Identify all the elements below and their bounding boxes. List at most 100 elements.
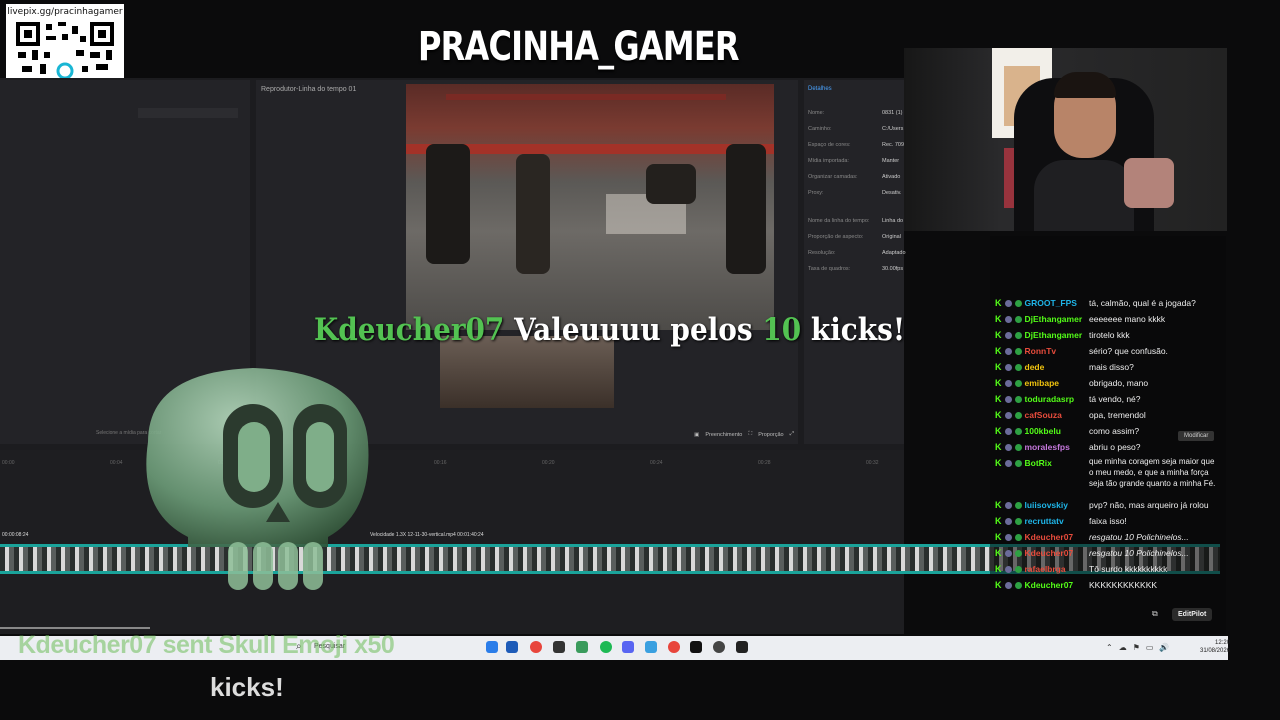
chat-username[interactable]: rafaelbrga: [1025, 564, 1066, 574]
player-controls: ▣ Preenchimento ⛶ Proporção ⤢: [694, 431, 794, 438]
details-value: Manter: [882, 158, 900, 164]
editpilot-button[interactable]: EditPilot: [1172, 608, 1213, 621]
chat-username[interactable]: dede: [1025, 362, 1045, 372]
browser-icon[interactable]: [713, 641, 725, 653]
fill-icon[interactable]: ▣: [694, 432, 699, 438]
badge-icon: [1004, 533, 1012, 541]
chat-text: eeeeeee mano kkkk: [1089, 314, 1166, 324]
chat-username[interactable]: Kdeucher07: [1025, 580, 1074, 590]
details-value: Original: [882, 234, 901, 240]
webcam-feed: [904, 48, 1227, 231]
details-label: Resolução:: [808, 250, 836, 256]
chat-message: K RonnTv sério? que confusão.: [995, 346, 1168, 356]
kick-icon: K: [995, 564, 1002, 574]
badge-icon: [1004, 427, 1012, 435]
discord-icon[interactable]: [622, 641, 634, 653]
badge-icon: [1004, 549, 1012, 557]
fullscreen-icon[interactable]: ⤢: [790, 431, 794, 438]
verified-icon: [1014, 565, 1022, 573]
verified-icon: [1014, 363, 1022, 371]
chat-username[interactable]: DjEthangamer: [1025, 314, 1083, 324]
badge-icon: [1004, 379, 1012, 387]
chat-text: abriu o peso?: [1089, 442, 1141, 452]
timeline-scrollbar[interactable]: [0, 627, 150, 629]
chat-message: K BotRix: [995, 458, 1052, 468]
verified-icon: [1014, 549, 1022, 557]
stream-title: PRACINHA_GAMER: [418, 24, 740, 70]
store-icon[interactable]: [506, 641, 518, 653]
chat-message: K Kdeucher07 KKKKKKKKKKKK: [995, 580, 1157, 590]
chat-username[interactable]: RonnTv: [1025, 346, 1057, 356]
chat-message: Ktoduradasrp tá vendo, né?: [995, 394, 1141, 404]
chat-username[interactable]: moralesfps: [1025, 442, 1070, 452]
chat-username[interactable]: GROOT_FPS: [1025, 298, 1077, 308]
kick-icon: K: [995, 362, 1002, 372]
qr-url: livepix.gg/pracinhagamer: [7, 7, 123, 17]
app-icon[interactable]: [576, 641, 588, 653]
chat-username[interactable]: cafSouza: [1025, 410, 1062, 420]
verified-icon: [1014, 411, 1022, 419]
badge-icon: [1004, 315, 1012, 323]
modify-button[interactable]: Modificar: [1178, 431, 1215, 441]
capcut-icon[interactable]: [690, 641, 702, 653]
details-value: Rec. 709: [882, 142, 905, 148]
chat-text: pvp? não, mas arqueiro já rolou: [1089, 500, 1209, 510]
ratio-icon[interactable]: ⛶: [748, 431, 752, 438]
sent-text: sent Skull Emoji x50: [162, 631, 395, 659]
details-label: Nome da linha do tempo:: [808, 218, 870, 224]
ruler-tick: 00:04: [110, 460, 123, 466]
details-label: Proporção de aspecto:: [808, 234, 864, 240]
editpilot-icon[interactable]: ⧉: [1152, 609, 1158, 619]
details-title: Detalhes: [808, 86, 832, 92]
chat-username[interactable]: 100kbelu: [1025, 426, 1061, 436]
chat-username[interactable]: recruttatv: [1025, 516, 1064, 526]
video-preview[interactable]: [406, 84, 774, 330]
chat-username[interactable]: toduradasrp: [1025, 394, 1075, 404]
details-label: Proxy:: [808, 190, 824, 196]
chat-text: como assim?: [1089, 426, 1140, 436]
chat-text: tá, calmão, qual é a jogada?: [1089, 298, 1196, 308]
chrome-icon[interactable]: [530, 641, 542, 653]
details-label: Organizar camadas:: [808, 174, 858, 180]
verified-icon: [1014, 427, 1022, 435]
clip-start-time: 00:00:08:24: [2, 532, 29, 538]
kick-icon: K: [995, 410, 1002, 420]
chat-username[interactable]: BotRix: [1025, 458, 1052, 468]
media-search[interactable]: [138, 108, 238, 118]
kick-icon: K: [995, 314, 1002, 324]
verified-icon: [1014, 299, 1022, 307]
details-label: Mídia importada:: [808, 158, 849, 164]
chat-username[interactable]: DjEthangamer: [1025, 330, 1083, 340]
badge-icon: [1004, 443, 1012, 451]
kick-alert: Kdeucher07 Valeuuuu pelos 10 kicks!: [314, 312, 905, 348]
details-value: C:/Users: [882, 126, 904, 132]
chat-message: K Kdeucher07 resgatou 10 Polichinelos...: [995, 532, 1189, 542]
fill-button[interactable]: Preenchimento: [705, 432, 742, 438]
kick-icon: K: [995, 532, 1002, 542]
details-value: Ativado: [882, 174, 901, 180]
chrome-alt-icon[interactable]: [668, 641, 680, 653]
verified-icon: [1014, 501, 1022, 509]
files-icon[interactable]: [645, 641, 657, 653]
ratio-button[interactable]: Proporção: [758, 432, 783, 438]
kick-icon: K: [995, 580, 1002, 590]
spotify-icon[interactable]: [600, 641, 612, 653]
chat-username[interactable]: luiisovskiy: [1025, 500, 1068, 510]
badge-icon: [1004, 459, 1012, 467]
chat-username[interactable]: Kdeucher07: [1025, 532, 1074, 542]
edge-icon[interactable]: [486, 641, 498, 653]
chat-message: KcafSouza opa, tremendol: [995, 410, 1146, 420]
tray-icons[interactable]: ⌃☁⚑▭🔊: [1106, 643, 1175, 652]
verified-icon: [1014, 459, 1022, 467]
editor-icon[interactable]: [736, 641, 748, 653]
ruler-tick: 00:20: [542, 460, 555, 466]
chat-message: Kluiisovskiy pvp? não, mas arqueiro já ro…: [995, 500, 1209, 510]
chat-username[interactable]: Kdeucher07: [1025, 548, 1074, 558]
verified-icon: [1014, 443, 1022, 451]
chat-message: Kemibape obrigado, mano: [995, 378, 1148, 388]
ruler-tick: 00:24: [650, 460, 663, 466]
obs-icon[interactable]: [553, 641, 565, 653]
chat-username[interactable]: emibape: [1025, 378, 1060, 388]
caption-text: kicks!: [210, 672, 284, 702]
kick-icon: K: [995, 298, 1002, 308]
